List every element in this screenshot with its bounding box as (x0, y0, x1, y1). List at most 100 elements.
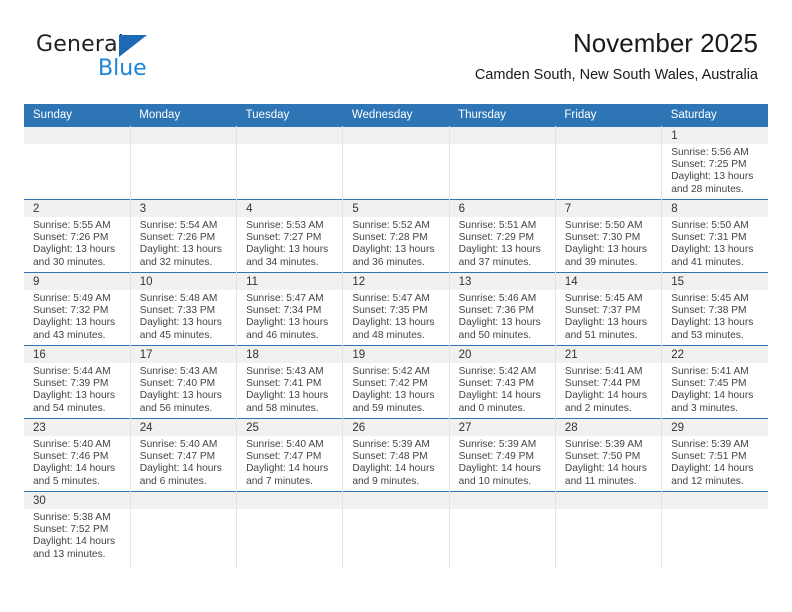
day-cell-details: Sunrise: 5:43 AM Sunset: 7:40 PM Daylight:… (131, 363, 236, 415)
day-detail-line: Sunset: 7:52 PM (33, 524, 109, 536)
day-detail-line: Daylight: 13 hours (139, 390, 222, 402)
general-blue-logo[interactable]: General Blue (36, 32, 206, 90)
day-detail-line: Sunset: 7:35 PM (352, 305, 428, 317)
day-cell-details: Sunrise: 5:38 AM Sunset: 7:52 PM Daylight:… (24, 509, 130, 561)
day-detail-line: Daylight: 13 hours (33, 244, 116, 256)
calendar-day-cell[interactable]: 27 Sunrise: 5:39 AM Sunset: 7:49 PM Dayligh… (448, 418, 556, 492)
calendar-week-row: 16 Sunrise: 5:44 AM Sunset: 7:39 PM Dayligh… (24, 345, 768, 419)
day-detail-line: Daylight: 14 hours (33, 536, 116, 548)
day-detail-line: Sunrise: 5:47 AM (246, 293, 324, 304)
calendar-empty-cell (129, 126, 238, 200)
calendar-day-cell[interactable]: 19 Sunrise: 5:42 AM Sunset: 7:42 PM Dayligh… (342, 345, 450, 419)
calendar-day-cell[interactable]: 20 Sunrise: 5:42 AM Sunset: 7:43 PM Dayligh… (448, 345, 556, 419)
day-number-band (662, 492, 768, 509)
day-number-band: 27 (449, 419, 555, 436)
calendar-day-cell[interactable]: 25 Sunrise: 5:40 AM Sunset: 7:47 PM Dayligh… (236, 418, 344, 492)
calendar-day-cell[interactable]: 7 Sunrise: 5:50 AM Sunset: 7:30 PM Daylight… (554, 199, 663, 273)
day-cell-details: Sunrise: 5:55 AM Sunset: 7:26 PM Daylight:… (24, 217, 130, 269)
day-detail-line: Daylight: 13 hours (33, 317, 116, 329)
day-number-band: 22 (662, 346, 768, 363)
calendar-day-cell[interactable]: 23 Sunrise: 5:40 AM Sunset: 7:46 PM Dayligh… (24, 418, 131, 492)
day-number: 21 (564, 349, 578, 361)
day-cell-details: Sunrise: 5:56 AM Sunset: 7:25 PM Daylight:… (662, 144, 768, 196)
day-detail-line: and 32 minutes. (139, 256, 213, 268)
calendar-day-cell[interactable]: 8 Sunrise: 5:50 AM Sunset: 7:31 PM Daylight… (661, 199, 768, 273)
day-number: 26 (352, 422, 366, 434)
day-number-band: 11 (237, 273, 343, 290)
day-detail-line: Sunrise: 5:49 AM (33, 293, 111, 304)
day-detail-line: and 11 minutes. (564, 475, 637, 487)
day-detail-line: and 56 minutes. (139, 402, 213, 414)
calendar-day-cell[interactable]: 15 Sunrise: 5:45 AM Sunset: 7:38 PM Dayligh… (661, 272, 768, 346)
day-detail-line: Daylight: 13 hours (246, 390, 329, 402)
calendar-empty-cell (236, 491, 344, 569)
calendar-day-cell[interactable]: 29 Sunrise: 5:39 AM Sunset: 7:51 PM Dayligh… (661, 418, 768, 492)
day-detail-line: and 39 minutes. (564, 256, 638, 268)
day-detail-line: Daylight: 13 hours (246, 244, 329, 256)
day-detail-line: Sunset: 7:41 PM (246, 378, 322, 390)
day-cell-details: Sunrise: 5:53 AM Sunset: 7:27 PM Daylight:… (237, 217, 342, 269)
day-cell-details: Sunrise: 5:40 AM Sunset: 7:47 PM Daylight:… (237, 436, 342, 488)
calendar-day-cell[interactable]: 1 Sunrise: 5:56 AM Sunset: 7:25 PM Daylight… (661, 126, 768, 200)
calendar-day-cell[interactable]: 16 Sunrise: 5:44 AM Sunset: 7:39 PM Dayligh… (24, 345, 131, 419)
day-number-band: 17 (130, 346, 237, 363)
calendar-day-cell[interactable]: 10 Sunrise: 5:48 AM Sunset: 7:33 PM Dayligh… (129, 272, 238, 346)
day-cell-details: Sunrise: 5:40 AM Sunset: 7:46 PM Daylight:… (24, 436, 130, 488)
day-number-band: 30 (24, 492, 130, 509)
day-number: 19 (352, 349, 366, 361)
day-cell-details: Sunrise: 5:41 AM Sunset: 7:44 PM Daylight:… (556, 363, 661, 415)
calendar-day-cell[interactable]: 13 Sunrise: 5:46 AM Sunset: 7:36 PM Dayligh… (448, 272, 556, 346)
day-detail-line: Sunset: 7:38 PM (671, 305, 747, 317)
calendar-day-cell[interactable]: 4 Sunrise: 5:53 AM Sunset: 7:27 PM Daylight… (236, 199, 344, 273)
day-detail-line: and 12 minutes. (671, 475, 744, 487)
brand-name-blue: Blue (98, 56, 147, 81)
page-header: General Blue November 2025 Camden South,… (24, 26, 768, 98)
day-detail-line: Sunrise: 5:43 AM (246, 366, 324, 377)
calendar-day-cell[interactable]: 26 Sunrise: 5:39 AM Sunset: 7:48 PM Dayligh… (342, 418, 450, 492)
calendar-day-cell[interactable]: 17 Sunrise: 5:43 AM Sunset: 7:40 PM Dayligh… (129, 345, 238, 419)
day-detail-line: Daylight: 13 hours (564, 244, 648, 256)
day-detail-line: Sunset: 7:26 PM (33, 232, 109, 244)
calendar-day-cell[interactable]: 12 Sunrise: 5:47 AM Sunset: 7:35 PM Dayligh… (342, 272, 450, 346)
day-number-band (130, 127, 237, 144)
day-number: 14 (564, 276, 578, 288)
day-number-band: 28 (555, 419, 662, 436)
calendar-day-cell[interactable]: 21 Sunrise: 5:41 AM Sunset: 7:44 PM Dayligh… (554, 345, 663, 419)
day-number-band: 26 (343, 419, 449, 436)
day-number-band (130, 492, 237, 509)
calendar-day-cell[interactable]: 28 Sunrise: 5:39 AM Sunset: 7:50 PM Dayligh… (554, 418, 663, 492)
day-cell-details: Sunrise: 5:47 AM Sunset: 7:34 PM Daylight:… (237, 290, 342, 342)
day-detail-line: Sunset: 7:43 PM (458, 378, 534, 390)
calendar-day-cell[interactable]: 6 Sunrise: 5:51 AM Sunset: 7:29 PM Daylight… (448, 199, 556, 273)
weekday-header-monday: Monday (130, 104, 237, 127)
day-cell-details (237, 509, 342, 512)
calendar-day-cell[interactable]: 18 Sunrise: 5:43 AM Sunset: 7:41 PM Dayligh… (236, 345, 344, 419)
day-detail-line: Daylight: 14 hours (564, 463, 648, 475)
day-number-band (237, 492, 343, 509)
day-detail-line: Sunrise: 5:54 AM (139, 220, 218, 231)
day-number-band: 12 (343, 273, 449, 290)
calendar-day-cell[interactable]: 22 Sunrise: 5:41 AM Sunset: 7:45 PM Dayligh… (661, 345, 768, 419)
day-number-band (555, 492, 662, 509)
calendar-day-cell[interactable]: 14 Sunrise: 5:45 AM Sunset: 7:37 PM Dayligh… (554, 272, 663, 346)
day-detail-line: Sunrise: 5:41 AM (671, 366, 749, 377)
calendar-day-cell[interactable]: 9 Sunrise: 5:49 AM Sunset: 7:32 PM Daylight… (24, 272, 131, 346)
weekday-header-friday: Friday (555, 104, 662, 127)
weekday-header-row: Sunday Monday Tuesday Wednesday Thursday Frid… (24, 104, 768, 127)
calendar-day-cell[interactable]: 30 Sunrise: 5:38 AM Sunset: 7:52 PM Dayligh… (24, 491, 131, 569)
calendar-day-cell[interactable]: 5 Sunrise: 5:52 AM Sunset: 7:28 PM Daylight… (342, 199, 450, 273)
day-detail-line: and 53 minutes. (671, 329, 744, 341)
day-detail-line: Daylight: 13 hours (352, 244, 435, 256)
calendar-day-cell[interactable]: 3 Sunrise: 5:54 AM Sunset: 7:26 PM Daylight… (129, 199, 238, 273)
day-detail-line: and 45 minutes. (139, 329, 213, 341)
day-detail-line: Sunset: 7:29 PM (458, 232, 534, 244)
calendar-day-cell[interactable]: 11 Sunrise: 5:47 AM Sunset: 7:34 PM Dayligh… (236, 272, 344, 346)
day-cell-details (556, 509, 661, 512)
day-detail-line: Sunset: 7:34 PM (246, 305, 322, 317)
day-detail-line: and 41 minutes. (671, 256, 744, 268)
day-cell-details: Sunrise: 5:45 AM Sunset: 7:38 PM Daylight:… (662, 290, 768, 342)
calendar-empty-cell (342, 491, 450, 569)
calendar-day-cell[interactable]: 24 Sunrise: 5:40 AM Sunset: 7:47 PM Dayligh… (129, 418, 238, 492)
day-detail-line: Sunset: 7:31 PM (671, 232, 747, 244)
calendar-day-cell[interactable]: 2 Sunrise: 5:55 AM Sunset: 7:26 PM Daylight… (24, 199, 131, 273)
